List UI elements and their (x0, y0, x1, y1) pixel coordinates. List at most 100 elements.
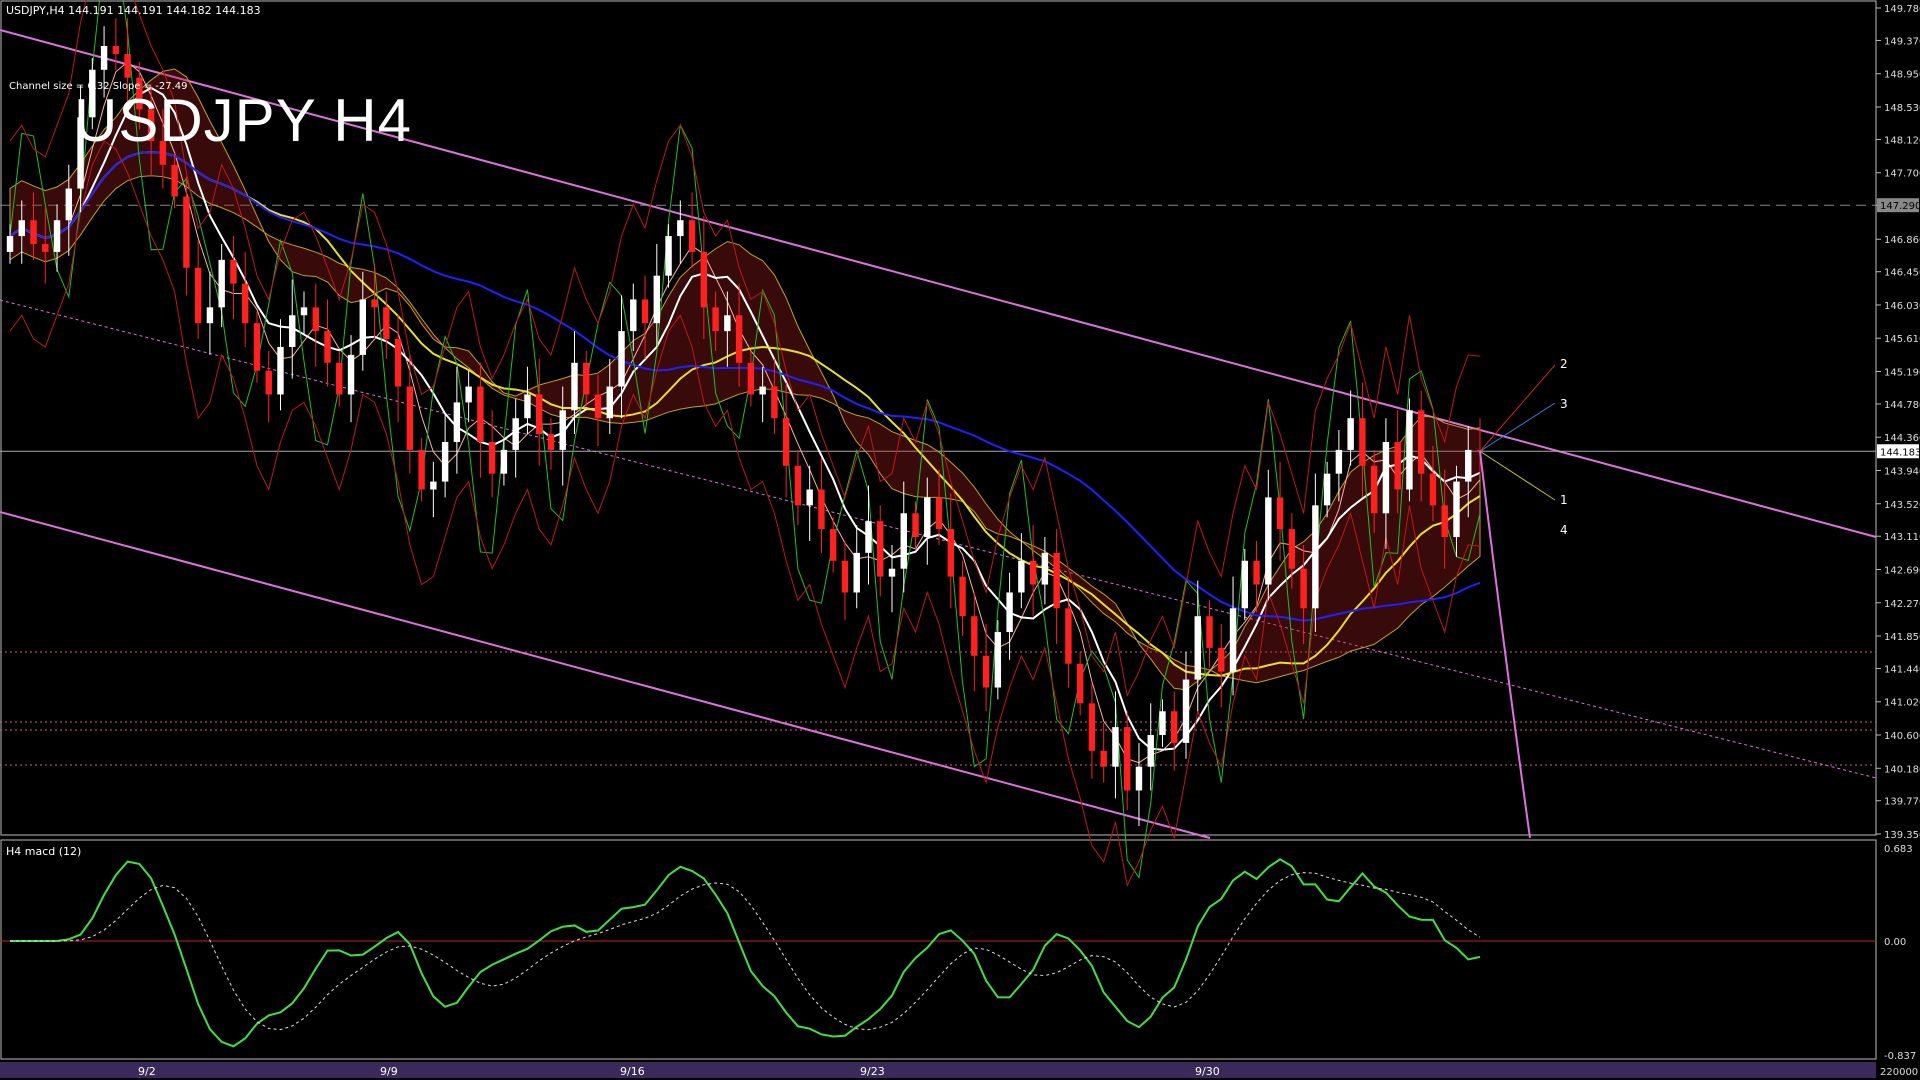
y-tick-label: 140.180 (1884, 764, 1920, 775)
candle-body (124, 53, 131, 78)
price-chart: 149.780 149.370 148.950 148.530 148.120 147.7… (0, 0, 1920, 1080)
candle-body (1065, 608, 1072, 664)
y-tick-label: 141.020 (1884, 698, 1920, 709)
y-tick-label: 140.600 (1884, 731, 1920, 742)
candle-body (688, 220, 696, 252)
x-tick-label: 9/9 (380, 1065, 398, 1078)
candle-body (1053, 552, 1060, 609)
candle-body (1323, 473, 1331, 506)
candle-body (1241, 560, 1249, 609)
candle-body (1018, 560, 1025, 593)
candle-body (383, 307, 390, 340)
candle-body (218, 259, 225, 308)
candle-body (900, 513, 907, 569)
candle-body (794, 465, 802, 506)
candle-body (700, 251, 708, 308)
candle-body (665, 236, 672, 276)
candle-body (1147, 735, 1154, 767)
macd-line (10, 858, 1481, 1048)
candle-body (735, 315, 743, 363)
projection-label: 2 (1560, 357, 1568, 371)
candle-body (18, 220, 25, 237)
candle-body (1276, 497, 1284, 530)
y-tick-label: 148.530 (1884, 103, 1920, 114)
y-tick-label: 143.940 (1884, 466, 1920, 477)
candle-body (194, 267, 202, 324)
candle-body (594, 394, 602, 419)
candle-body (183, 196, 190, 268)
projection-label: 4 (1560, 523, 1568, 537)
candle-body (924, 497, 931, 538)
y-tick-label: 148.120 (1884, 135, 1920, 146)
projection-label: 3 (1560, 397, 1568, 411)
y-tick-label: 142.690 (1884, 565, 1920, 576)
y-tick-label: 144.780 (1884, 400, 1920, 411)
candle-body (841, 560, 849, 593)
candle-body (241, 283, 249, 324)
candle-body (406, 386, 414, 450)
candle-body (112, 46, 120, 54)
candle-body (371, 299, 378, 308)
y-tick-label: 149.780 (1884, 4, 1920, 15)
candle-body (630, 299, 637, 332)
candle-body (1465, 449, 1472, 482)
candle-body (465, 386, 472, 403)
candle-body (1194, 616, 1201, 680)
y-tick-label: 146.450 (1884, 268, 1920, 279)
candle-body (359, 299, 367, 355)
y-tick-label: 148.950 (1884, 70, 1920, 81)
candle-body (1288, 529, 1296, 569)
y-tick-label: 139.350 (1884, 830, 1920, 841)
macd-label: H4 macd (12) (6, 845, 82, 858)
candle-body (524, 394, 531, 419)
candle-body (1394, 441, 1401, 490)
candle-body (1417, 410, 1425, 474)
x-tick-label: 9/16 (620, 1065, 645, 1078)
y-tick-label: 143.520 (1884, 500, 1920, 511)
candle-body (1218, 647, 1225, 672)
current-price-label: 144.183 (1880, 447, 1920, 458)
candle-body (453, 402, 461, 442)
candle-body (230, 259, 237, 284)
candle-body (806, 489, 813, 506)
candle-body (1312, 505, 1319, 609)
candle-body (1335, 449, 1343, 474)
candle-body (488, 441, 496, 474)
candle-body (959, 576, 966, 617)
macd-bottom-value: 220000 (1880, 1067, 1918, 1078)
candle-body (829, 529, 837, 561)
candle-body (606, 386, 613, 419)
candle-body (289, 315, 296, 347)
price-axis: 149.780 149.370 148.950 148.530 148.120 147.7… (1876, 4, 1920, 841)
candle-body (1229, 608, 1237, 672)
candle-body (888, 568, 896, 577)
projection-2 (1479, 364, 1556, 452)
y-tick-label: 141.850 (1884, 632, 1920, 643)
candle-body (1088, 703, 1096, 751)
macd-scale-label: 0.683 (1884, 844, 1913, 855)
candle-body (535, 394, 543, 435)
candle-body (1206, 616, 1213, 648)
candle-body (53, 220, 61, 252)
candle-body (1076, 663, 1084, 704)
candle-body (1382, 441, 1390, 514)
macd-signal (10, 872, 1481, 1031)
candle-body (771, 386, 778, 419)
candle-body (300, 307, 308, 316)
candle-body (618, 331, 625, 387)
candle-body (347, 354, 355, 395)
candle-body (418, 449, 425, 490)
projection-1 (1479, 450, 1556, 501)
candle-body (1265, 497, 1272, 585)
candle-body (724, 315, 731, 332)
y-tick-label: 144.360 (1884, 433, 1920, 444)
level-price-label: 147.290 (1880, 201, 1920, 212)
time-axis-band (0, 1062, 1876, 1078)
candle-body (206, 307, 214, 324)
candle-body (1029, 560, 1037, 585)
candle-body (912, 513, 919, 538)
candle-body (1347, 418, 1354, 450)
candle-body (818, 489, 825, 530)
candle-body (100, 46, 108, 70)
candle-body (1112, 727, 1119, 767)
